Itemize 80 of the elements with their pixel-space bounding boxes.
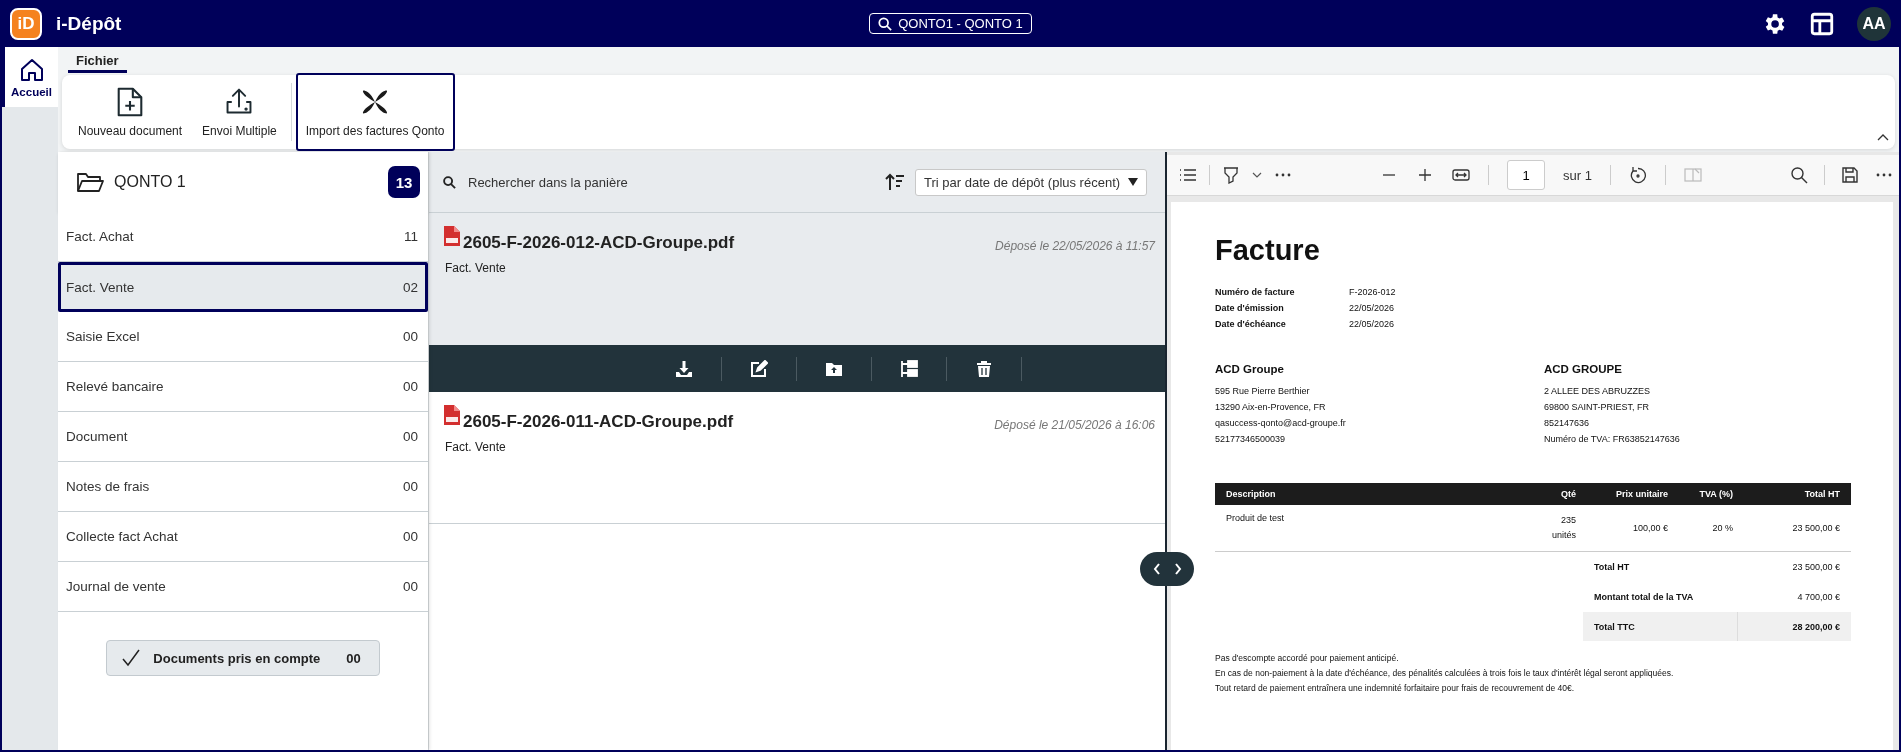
- address-line: 2 ALLEE DES ABRUZZES: [1544, 385, 1652, 398]
- table-cell-text: 100,00 €: [1631, 523, 1668, 533]
- search-field[interactable]: Rechercher dans la panière: [466, 173, 770, 191]
- field-value: 22/05/2026: [1349, 303, 1396, 313]
- address-line: 595 Rue Pierre Berthier: [1215, 385, 1311, 398]
- total-row-text: Total HT 23 500,00 €: [1593, 561, 1841, 574]
- search-icon: [878, 16, 893, 31]
- total-row: Total TTC 28 200,00 €: [1583, 612, 1851, 641]
- collapse-icon[interactable]: [1877, 133, 1889, 141]
- payment-note: En cas de non-paiement à la date d'échéance, des pénalités calculées à trois fois le taux d'intérêt légal seront appliquées.: [1215, 667, 1675, 680]
- payment-note: Tout retard de paiement entraînera une indemnité forfaitaire pour frais de recouvrement de 40€.: [1215, 682, 1576, 695]
- dropdown-arrow-icon: [1128, 178, 1138, 186]
- category-item[interactable]: Fact. Vente 02: [58, 262, 428, 312]
- home-icon: [18, 56, 45, 83]
- address-line: 13290 Aix-en-Provence, FR: [1215, 401, 1327, 414]
- save-icon[interactable]: [1841, 166, 1859, 184]
- column-header: Description: [1226, 489, 1277, 499]
- category-item[interactable]: Notes de frais 00: [58, 462, 428, 512]
- party-name: ACD GROUPE: [1544, 363, 1623, 375]
- address-line: 52177346500039: [1215, 433, 1287, 446]
- category-item[interactable]: Fact. Achat 11: [58, 212, 428, 262]
- party-name: ACD Groupe: [1215, 363, 1285, 375]
- table-cell-text: 20 %: [1711, 523, 1733, 533]
- address-line: qasuccess-qonto@acd-groupe.fr: [1215, 417, 1347, 430]
- total-row-text: Montant total de la TVA 4 700,00 €: [1593, 591, 1841, 604]
- document-item[interactable]: 2605-F-2026-012-ACD-Groupe.pdf Déposé le 22/05/2026 à 11:57 Fact. Vente: [429, 213, 1165, 345]
- ribbon-button[interactable]: Import des factures Qonto: [295, 73, 455, 151]
- field-label: Date d'échéance: [1215, 319, 1287, 329]
- sort-icon[interactable]: [885, 173, 905, 191]
- field-value: F-2026-012: [1349, 287, 1396, 297]
- ribbon-button[interactable]: Nouveau document: [68, 75, 193, 149]
- tree-icon[interactable]: [899, 359, 918, 378]
- ribbon-button[interactable]: Envoi Multiple: [192, 75, 287, 149]
- caret-icon[interactable]: [1252, 171, 1262, 179]
- pdf-file-icon: [443, 225, 461, 247]
- table-cell-text: 23 500,00 €: [1791, 523, 1840, 533]
- accounted-documents-button[interactable]: Documents pris en compte 00: [106, 640, 380, 676]
- category-item[interactable]: Journal de vente 00: [58, 562, 428, 612]
- address-line: 69800 SAINT-PRIEST, FR: [1544, 401, 1651, 414]
- field-label: Numéro de facture: [1215, 287, 1296, 297]
- app-logo: iD: [10, 7, 42, 40]
- column-header: TVA (%): [1698, 489, 1733, 499]
- user-avatar[interactable]: AA: [1857, 6, 1891, 41]
- edit-icon[interactable]: [749, 359, 768, 378]
- download-icon[interactable]: [674, 359, 693, 378]
- search-icon[interactable]: [1790, 166, 1808, 184]
- app-title: i-Dépôt: [56, 12, 122, 35]
- pdf-file-icon: [443, 404, 461, 426]
- category-item[interactable]: Saisie Excel 00: [58, 312, 428, 362]
- layout-icon[interactable]: [1809, 10, 1835, 37]
- fit-width-icon[interactable]: [1452, 166, 1471, 184]
- column-header: Prix unitaire: [1614, 489, 1668, 499]
- address-line: Numéro de TVA: FR63852147636: [1544, 433, 1681, 446]
- category-item[interactable]: Relevé bancaire 00: [58, 362, 428, 412]
- sort-dropdown[interactable]: Tri par date de dépôt (plus récent): [915, 168, 1147, 196]
- search-icon: [443, 175, 456, 189]
- category-item[interactable]: Document 00: [58, 412, 428, 462]
- page-total: sur 1: [1563, 167, 1592, 183]
- table-cell-text: Produit de test: [1226, 513, 1286, 523]
- checkmark-icon: [121, 648, 142, 668]
- home-tab[interactable]: Accueil: [2, 47, 58, 107]
- table-cell-text: 235 unités: [1550, 514, 1576, 542]
- column-header: Total HT: [1803, 489, 1840, 499]
- invoice-title: Facture: [1215, 234, 1321, 267]
- list-icon[interactable]: [1179, 166, 1197, 184]
- count-badge: 13: [388, 166, 420, 198]
- address-line: 852147636: [1544, 417, 1591, 430]
- payment-note: Pas d'escompte accordé pour paiement anticipé.: [1215, 652, 1400, 665]
- rotate-icon[interactable]: [1628, 166, 1647, 184]
- delete-icon[interactable]: [974, 359, 993, 378]
- field-label: Date d'émission: [1215, 303, 1285, 313]
- category-item[interactable]: Collecte fact Achat 00: [58, 512, 428, 562]
- field-value: 22/05/2026: [1349, 319, 1396, 329]
- workspace-search-button[interactable]: QONTO1 - QONTO 1: [869, 13, 1032, 34]
- chevron-right-icon: [1173, 563, 1182, 575]
- column-header: Qté: [1560, 489, 1576, 499]
- chevron-left-icon: [1152, 563, 1161, 575]
- page-number-field[interactable]: 1: [1507, 160, 1546, 190]
- folder-name: QONTO 1: [114, 173, 186, 191]
- folder-icon: [76, 170, 104, 194]
